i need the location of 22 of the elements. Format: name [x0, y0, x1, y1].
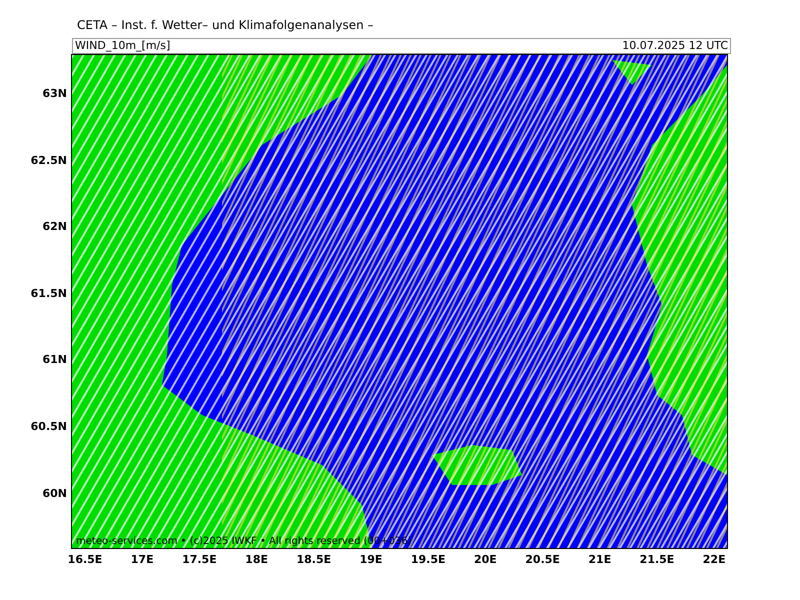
chart-title: CETA – Inst. f. Wetter– und Klimafolgenanalysen –	[77, 18, 375, 34]
latitude-label: 62.5N	[30, 154, 67, 168]
latitude-label: 61.5N	[30, 286, 67, 301]
longitude-label: 17.5E	[182, 553, 217, 566]
latitude-label: 63N	[42, 87, 67, 101]
longitude-label: 17E	[130, 553, 154, 566]
longitude-label: 22E	[702, 553, 726, 566]
longitude-label: 20E	[474, 553, 497, 566]
longitude-label: 16.5E	[68, 553, 102, 566]
longitude-label: 18E	[245, 553, 268, 566]
longitude-label: 18.5E	[296, 553, 332, 566]
variable-label: WIND_10m_[m/s]	[75, 39, 170, 53]
longitude-label: 21.5E	[640, 553, 674, 566]
valid-time: 10.07.2025 12 UTC	[622, 39, 728, 53]
latitude-label: 62N	[42, 220, 67, 234]
latitude-label: 60N	[42, 486, 67, 501]
longitude-label: 19E	[360, 553, 382, 566]
latitude-label: 61N	[42, 353, 67, 368]
longitude-label: 19.5E	[410, 553, 446, 566]
longitude-label: 20.5E	[525, 553, 560, 566]
longitude-label: 21E	[588, 553, 612, 566]
latitude-label: 60.5N	[30, 420, 67, 434]
